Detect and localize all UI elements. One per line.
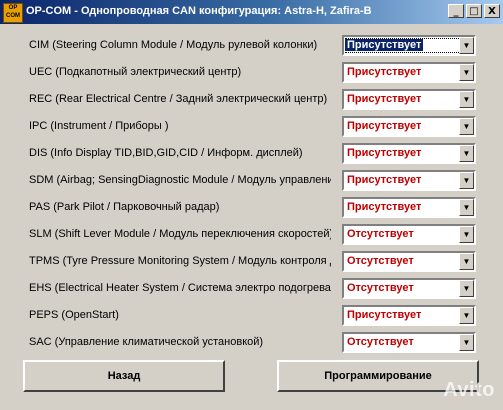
module-label: PAS (Park Pilot / Парковочный радар) [29,201,220,213]
config-row: IPC (Instrument / Приборы ) Присутствует… [0,114,503,140]
select-value: Присутствует [345,39,424,51]
minimize-button[interactable]: _ [448,4,464,18]
avito-watermark: Avito [443,379,495,401]
chevron-down-icon[interactable]: ▼ [459,64,474,81]
module-status-select[interactable]: Отсутствует ▼ [342,251,476,272]
chevron-down-icon[interactable]: ▼ [459,334,474,351]
module-label: IPC (Instrument / Приборы ) [29,120,169,132]
config-row: PAS (Park Pilot / Парковочный радар) При… [0,195,503,221]
config-row: REC (Rear Electrical Centre / Задний эле… [0,87,503,113]
module-status-select[interactable]: Присутствует ▼ [342,35,476,56]
module-status-select[interactable]: Отсутствует ▼ [342,224,476,245]
window-controls: _ □ X [448,4,500,18]
module-status-select[interactable]: Присутствует ▼ [342,143,476,164]
select-value: Присутствует [347,120,422,132]
config-row: EHS (Electrical Heater System / Система … [0,276,503,302]
module-status-select[interactable]: Присутствует ▼ [342,170,476,191]
module-status-select[interactable]: Присутствует ▼ [342,305,476,326]
module-label: SAC (Управление климатической установкой… [29,336,264,348]
chevron-down-icon[interactable]: ▼ [459,307,474,324]
module-label: EHS (Electrical Heater System / Система … [29,282,331,294]
maximize-button[interactable]: □ [466,4,482,18]
main-window: OP COM OP-COM - Однопроводная CAN конфиг… [0,0,503,410]
select-value: Присутствует [347,93,422,105]
config-row: SAC (Управление климатической установкой… [0,330,503,356]
chevron-down-icon[interactable]: ▼ [459,226,474,243]
chevron-down-icon[interactable]: ▼ [459,253,474,270]
module-label: TPMS (Tyre Pressure Monitoring System / … [29,255,331,267]
select-value: Присутствует [347,309,422,321]
module-label: REC (Rear Electrical Centre / Задний эле… [29,93,328,105]
module-status-select[interactable]: Отсутствует ▼ [342,278,476,299]
config-row: SLM (Shift Lever Module / Модуль переклю… [0,222,503,248]
module-label: UEC (Подкапотный электрический центр) [29,66,242,78]
config-row: SDM (Airbag; SensingDiagnostic Module / … [0,168,503,194]
chevron-down-icon[interactable]: ▼ [459,91,474,108]
module-status-select[interactable]: Отсутствует ▼ [342,332,476,353]
select-value: Отсутствует [347,255,414,267]
select-value: Отсутствует [347,336,414,348]
chevron-down-icon[interactable]: ▼ [459,37,474,54]
select-value: Присутствует [347,147,422,159]
select-value: Отсутствует [347,282,414,294]
module-label: SLM (Shift Lever Module / Модуль переклю… [29,228,331,240]
select-value: Присутствует [347,174,422,186]
title-bar: OP COM OP-COM - Однопроводная CAN конфиг… [0,0,503,24]
module-status-select[interactable]: Присутствует ▼ [342,62,476,83]
module-status-select[interactable]: Присутствует ▼ [342,197,476,218]
back-button[interactable]: Назад [23,360,225,392]
select-value: Отсутствует [347,228,414,240]
window-title: OP-COM - Однопроводная CAN конфигурация:… [26,5,372,17]
module-label: DIS (Info Display TID,BID,GID,CID / Инфо… [29,147,303,159]
config-row: UEC (Подкапотный электрический центр) Пр… [0,60,503,86]
module-status-select[interactable]: Присутствует ▼ [342,116,476,137]
module-label: CIM (Steering Column Module / Модуль рул… [29,39,318,51]
chevron-down-icon[interactable]: ▼ [459,172,474,189]
config-row: TPMS (Tyre Pressure Monitoring System / … [0,249,503,275]
module-status-select[interactable]: Присутствует ▼ [342,89,476,110]
config-row: PEPS (OpenStart) Присутствует ▼ [0,303,503,329]
module-label: PEPS (OpenStart) [29,309,119,321]
chevron-down-icon[interactable]: ▼ [459,118,474,135]
chevron-down-icon[interactable]: ▼ [459,280,474,297]
module-label: SDM (Airbag; SensingDiagnostic Module / … [29,174,331,186]
app-icon: OP COM [3,3,23,23]
select-value: Присутствует [347,201,422,213]
close-button[interactable]: X [484,4,500,18]
chevron-down-icon[interactable]: ▼ [459,145,474,162]
chevron-down-icon[interactable]: ▼ [459,199,474,216]
select-value: Присутствует [347,66,422,78]
config-row: CIM (Steering Column Module / Модуль рул… [0,33,503,59]
config-row: DIS (Info Display TID,BID,GID,CID / Инфо… [0,141,503,167]
